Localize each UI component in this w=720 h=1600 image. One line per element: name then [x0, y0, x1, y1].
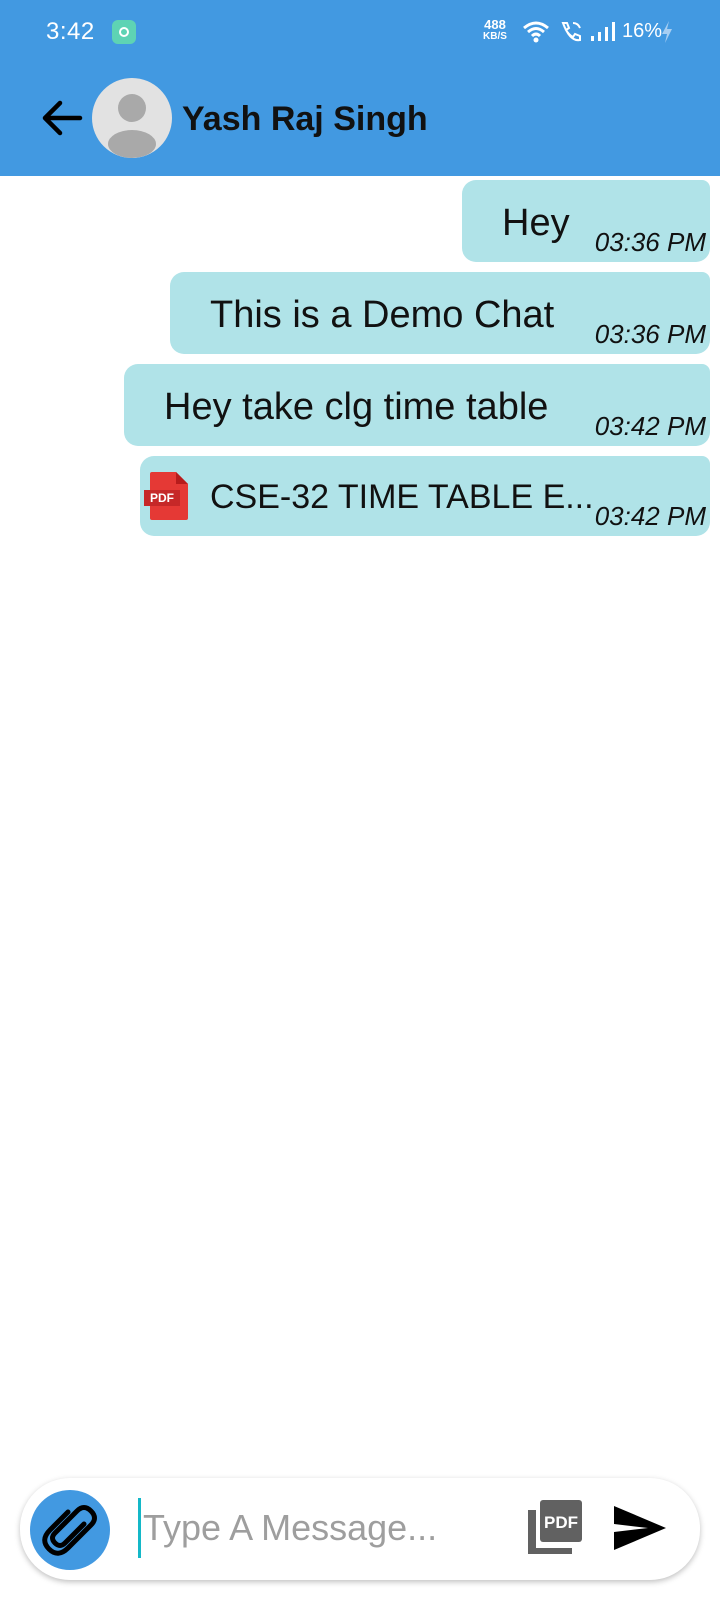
paperclip-icon: [42, 1505, 97, 1556]
send-icon: [614, 1506, 666, 1550]
net-speed-value: 488: [484, 17, 506, 32]
message-time: 03:36 PM: [594, 227, 706, 257]
chat-header: Yash Raj Singh: [0, 64, 720, 176]
status-bar: 3:42 488 KB/S 16%: [0, 0, 720, 64]
file-name: CSE-32 TIME TABLE E...: [210, 478, 594, 516]
message-bubble[interactable]: Hey take clg time table 03:42 PM: [124, 364, 710, 446]
avatar[interactable]: [92, 78, 172, 158]
net-speed: 488 KB/S: [478, 18, 512, 42]
svg-text:PDF: PDF: [150, 491, 174, 505]
wifi-icon: [522, 20, 550, 51]
message-bubble[interactable]: Hey 03:36 PM: [462, 180, 710, 262]
wifi-call-icon: [558, 20, 584, 51]
message-text: Hey take clg time table: [164, 386, 549, 428]
arrow-left-icon[interactable]: [38, 94, 86, 142]
message-text: This is a Demo Chat: [210, 294, 555, 336]
attach-button[interactable]: [30, 1490, 110, 1570]
svg-text:PDF: PDF: [544, 1513, 578, 1532]
message-time: 03:42 PM: [594, 501, 706, 531]
message-composer: PDF: [20, 1478, 700, 1580]
message-time: 03:42 PM: [594, 411, 706, 441]
signal-icon: [590, 20, 618, 51]
message-list[interactable]: Hey 03:36 PM This is a Demo Chat 03:36 P…: [0, 176, 720, 1476]
charging-bolt-icon: [660, 20, 674, 51]
status-time: 3:42: [46, 18, 95, 45]
message-text: Hey: [502, 202, 570, 244]
message-time: 03:36 PM: [594, 319, 706, 349]
person-icon: [108, 94, 156, 158]
pdf-button[interactable]: PDF: [524, 1498, 584, 1558]
file-message-bubble[interactable]: PDF CSE-32 TIME TABLE E... 03:42 PM: [140, 456, 710, 536]
app-bar: 3:42 488 KB/S 16% Yash Raj Singh: [0, 0, 720, 176]
pdf-file-icon: PDF: [142, 470, 190, 522]
net-speed-unit: KB/S: [483, 31, 507, 42]
app-icon: [112, 20, 136, 44]
pdf-icon: PDF: [528, 1500, 582, 1554]
contact-name[interactable]: Yash Raj Singh: [182, 100, 428, 139]
message-bubble[interactable]: This is a Demo Chat 03:36 PM: [170, 272, 710, 354]
battery-level: 16%: [622, 20, 663, 42]
message-input[interactable]: [138, 1498, 518, 1558]
send-button[interactable]: [610, 1502, 670, 1554]
